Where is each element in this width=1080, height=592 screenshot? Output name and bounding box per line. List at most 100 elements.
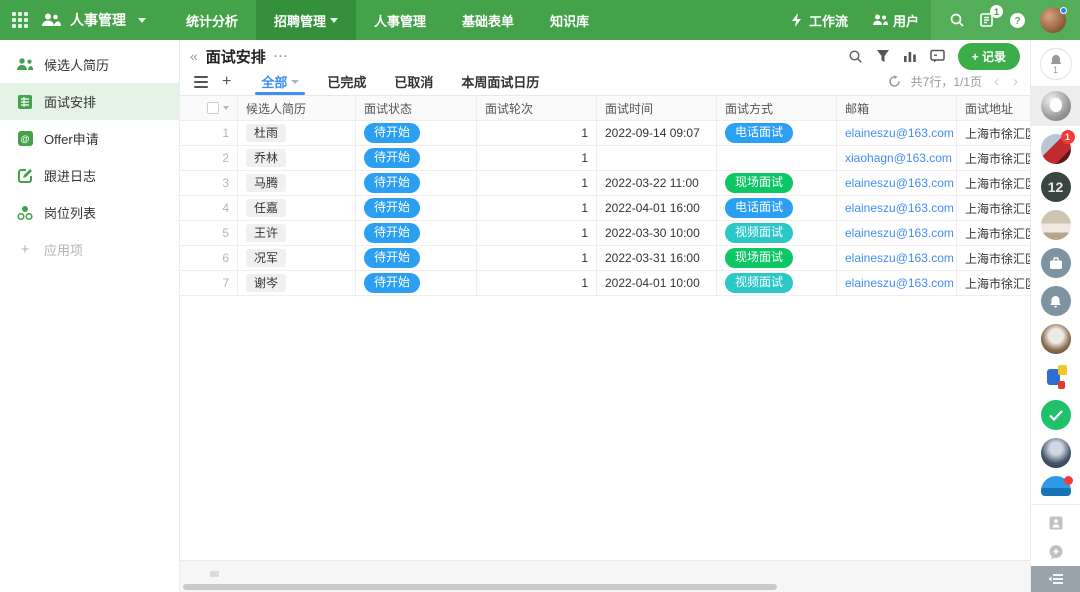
method-cell[interactable]: 视频面试 [717, 271, 837, 295]
table-row[interactable]: 7 谢岑 待开始 1 2022-04-01 10:00 视频面试 elaineszu@163… [180, 271, 1030, 296]
time-cell[interactable]: 2022-04-01 16:00 [597, 196, 717, 220]
candidate-cell[interactable]: 谢岑 [238, 271, 356, 295]
add-row-hint[interactable] [210, 571, 219, 577]
email-link[interactable]: xiaohagn@163.com [845, 151, 952, 165]
column-header-0[interactable]: 候选人简历 [238, 96, 356, 120]
workflow-link[interactable]: 工作流 [779, 11, 860, 30]
app-launcher-icon[interactable] [12, 12, 28, 28]
collapse-sidebar-icon[interactable]: « [190, 48, 198, 64]
time-cell[interactable]: 2022-03-31 16:00 [597, 246, 717, 270]
status-cell[interactable]: 待开始 [356, 171, 477, 195]
email-cell[interactable]: elaineszu@163.com [837, 196, 957, 220]
column-header-2[interactable]: 面试轮次 [477, 96, 597, 120]
email-cell[interactable]: elaineszu@163.com [837, 171, 957, 195]
address-cell[interactable]: 上海市徐汇区钦 [957, 171, 1030, 195]
status-cell[interactable]: 待开始 [356, 246, 477, 270]
sidebar-item-candidates[interactable]: 候选人简历 [0, 46, 179, 83]
status-cell[interactable]: 待开始 [356, 221, 477, 245]
app-man-avatar[interactable] [1040, 438, 1071, 468]
app-husky-avatar[interactable] [1040, 324, 1071, 354]
candidate-cell[interactable]: 马腾 [238, 171, 356, 195]
candidate-cell[interactable]: 杜雨 [238, 121, 356, 145]
nav-tab-hr[interactable]: 人事管理 [356, 0, 444, 40]
round-cell[interactable]: 1 [477, 146, 597, 170]
sidebar-item-followup-log[interactable]: 跟进日志 [0, 157, 179, 194]
nav-tab-forms[interactable]: 基础表单 [444, 0, 532, 40]
round-cell[interactable]: 1 [477, 246, 597, 270]
view-tab-completed[interactable]: 已完成 [313, 68, 380, 95]
app-apple-avatar[interactable] [1040, 91, 1071, 121]
column-header-4[interactable]: 面试方式 [717, 96, 837, 120]
select-all-checkbox[interactable] [207, 102, 219, 114]
email-cell[interactable]: elaineszu@163.com [837, 246, 957, 270]
email-link[interactable]: elaineszu@163.com [845, 226, 954, 240]
candidate-cell[interactable]: 乔林 [238, 146, 356, 170]
horizontal-scrollbar[interactable] [183, 584, 777, 590]
help-icon[interactable]: ? [1009, 12, 1026, 29]
filter-icon[interactable] [876, 49, 890, 63]
table-row[interactable]: 1 杜雨 待开始 1 2022-09-14 09:07 电话面试 elaineszu@163… [180, 121, 1030, 146]
method-cell[interactable]: 视频面试 [717, 221, 837, 245]
app-photos-avatar[interactable]: 1 [1040, 130, 1075, 164]
candidate-cell[interactable]: 况军 [238, 246, 356, 270]
notice-list-icon[interactable]: 1 [979, 5, 1003, 28]
notification-bell-button[interactable]: 1 [1039, 48, 1072, 80]
address-cell[interactable]: 上海市徐汇区钦 [957, 221, 1030, 245]
status-cell[interactable]: 待开始 [356, 121, 477, 145]
email-link[interactable]: elaineszu@163.com [845, 176, 954, 190]
method-cell[interactable]: 现场面试 [717, 246, 837, 270]
table-row[interactable]: 6 况军 待开始 1 2022-03-31 16:00 现场面试 elaineszu@163… [180, 246, 1030, 271]
status-cell[interactable]: 待开始 [356, 196, 477, 220]
round-cell[interactable]: 1 [477, 171, 597, 195]
new-chat-icon[interactable] [1048, 544, 1064, 563]
add-record-button[interactable]: + 记录 [957, 42, 1020, 70]
email-link[interactable]: elaineszu@163.com [845, 126, 954, 140]
comment-icon[interactable] [929, 49, 945, 63]
time-cell[interactable]: 2022-09-14 09:07 [597, 121, 717, 145]
email-link[interactable]: elaineszu@163.com [845, 276, 954, 290]
method-cell[interactable]: 现场面试 [717, 171, 837, 195]
app-briefcase[interactable] [1040, 248, 1071, 278]
table-row[interactable]: 3 马腾 待开始 1 2022-03-22 11:00 现场面试 elaineszu@163… [180, 171, 1030, 196]
more-options-icon[interactable]: ··· [274, 49, 289, 63]
table-row[interactable]: 5 王许 待开始 1 2022-03-30 10:00 视频面试 elaineszu@163… [180, 221, 1030, 246]
prev-page-icon[interactable]: ‹ [992, 73, 1001, 90]
sidebar-item-positions[interactable]: 岗位列表 [0, 194, 179, 231]
contacts-icon[interactable] [1048, 515, 1064, 534]
next-page-icon[interactable]: › [1011, 73, 1020, 90]
method-cell[interactable]: 电话面试 [717, 196, 837, 220]
nav-tab-knowledge[interactable]: 知识库 [532, 0, 607, 40]
view-tab-all[interactable]: 全部 [247, 68, 313, 95]
add-view-icon[interactable]: + [222, 73, 231, 90]
nav-tab-recruiting[interactable]: 招聘管理 [256, 0, 357, 40]
app-bell[interactable] [1040, 286, 1071, 316]
column-header-3[interactable]: 面试时间 [597, 96, 717, 120]
round-cell[interactable]: 1 [477, 121, 597, 145]
app-check[interactable] [1040, 400, 1071, 430]
email-link[interactable]: elaineszu@163.com [845, 251, 954, 265]
time-cell[interactable]: 2022-03-22 11:00 [597, 171, 717, 195]
chevron-down-icon[interactable] [223, 106, 229, 110]
email-link[interactable]: elaineszu@163.com [845, 201, 954, 215]
view-tab-cancelled[interactable]: 已取消 [380, 68, 447, 95]
email-cell[interactable]: elaineszu@163.com [837, 121, 957, 145]
chart-icon[interactable] [903, 49, 917, 63]
sidebar-item-add-app[interactable]: + 应用项 [0, 231, 179, 268]
method-cell[interactable]: 电话面试 [717, 121, 837, 145]
method-cell[interactable] [717, 146, 837, 170]
collapse-rail-button[interactable] [1030, 566, 1080, 592]
email-cell[interactable]: xiaohagn@163.com [837, 146, 957, 170]
time-cell[interactable]: 2022-03-30 10:00 [597, 221, 717, 245]
column-header-5[interactable]: 邮箱 [837, 96, 957, 120]
time-cell[interactable]: 2022-04-01 10:00 [597, 271, 717, 295]
refresh-icon[interactable] [888, 75, 901, 88]
candidate-cell[interactable]: 王许 [238, 221, 356, 245]
email-cell[interactable]: elaineszu@163.com [837, 221, 957, 245]
address-cell[interactable]: 上海市徐汇区钦 [957, 246, 1030, 270]
table-row[interactable]: 4 任嘉 待开始 1 2022-04-01 16:00 电话面试 elaineszu@163… [180, 196, 1030, 221]
search-icon[interactable] [949, 12, 965, 28]
sidebar-item-offer[interactable]: @ Offer申请 [0, 120, 179, 157]
table-row[interactable]: 2 乔林 待开始 1 xiaohagn@163.com 上海市徐汇区钦 [180, 146, 1030, 171]
address-cell[interactable]: 上海市徐汇区钦 [957, 121, 1030, 145]
app-girl-avatar[interactable] [1040, 210, 1071, 240]
